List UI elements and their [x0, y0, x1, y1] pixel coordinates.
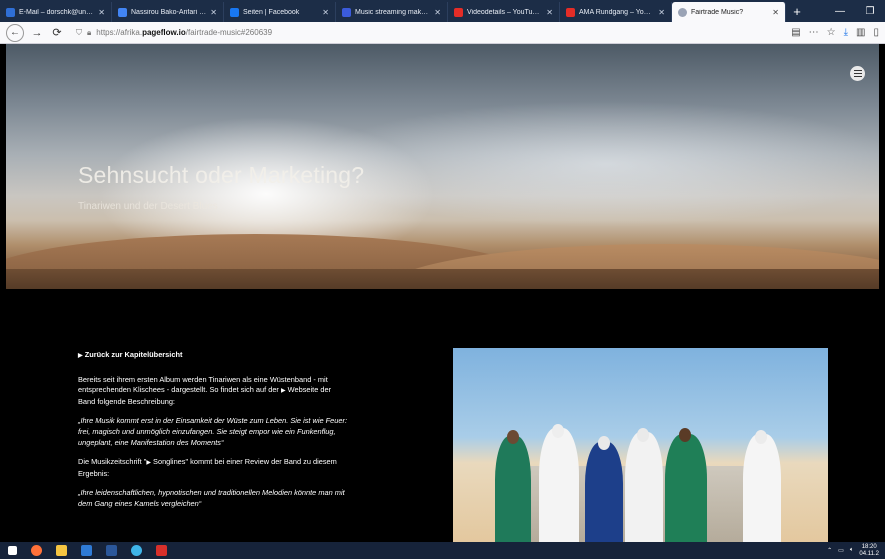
windows-taskbar: ⌃ ▭ 🔈︎ 18:20 04.11.2 [0, 542, 885, 559]
close-tab-icon[interactable]: ✕ [98, 8, 105, 17]
download-icon[interactable]: ⤓ [844, 27, 848, 38]
tab-youtube-ama[interactable]: AMA Rundgang – YouTube✕ [560, 2, 672, 22]
windows-start-icon[interactable] [8, 546, 17, 555]
youtube-icon [454, 7, 463, 17]
page-subtitle: Tinariwen und der Desert Blues [78, 201, 218, 212]
band-member [539, 428, 579, 546]
tab-facebook[interactable]: Seiten | Facebook ✕ [224, 2, 336, 22]
quote: „Ihre leidenschaftlichen, hypnotischen u… [78, 488, 345, 508]
network-icon[interactable]: ▭ [838, 547, 844, 554]
play-arrow-icon: ▶ [146, 460, 151, 467]
reader-view-icon[interactable]: ▤ [791, 27, 800, 38]
sidebar-icon[interactable]: ▯ [873, 27, 879, 38]
play-arrow-icon: ▶ [280, 388, 286, 395]
clock[interactable]: 18:20 04.11.2 [859, 544, 879, 558]
system-tray: ⌃ ▭ 🔈︎ 18:20 04.11.2 [827, 544, 885, 558]
quote: „Ihre Musik kommt erst in der Einsamkeit… [78, 416, 348, 447]
close-tab-icon[interactable]: ✕ [658, 8, 665, 17]
bookmark-star-icon[interactable]: ☆ [827, 27, 836, 38]
band-member [743, 434, 781, 546]
close-tab-icon[interactable]: ✕ [772, 8, 779, 17]
minimize-icon[interactable]: — [825, 2, 855, 22]
tab-music-streaming[interactable]: Music streaming makes mu✕ [336, 2, 448, 22]
tab-fairtrade-music[interactable]: Fairtrade Music? ✕ [672, 2, 786, 22]
close-tab-icon[interactable]: ✕ [546, 8, 553, 17]
menu-icon[interactable] [850, 66, 865, 81]
file-explorer-icon[interactable] [56, 545, 67, 556]
navigation-bar: ← → ⟳ ⛉ 🔒︎ https://afrika.pageflow.io/fa… [0, 22, 885, 44]
restore-icon[interactable]: ❐ [855, 2, 885, 22]
youtube-icon [566, 7, 575, 17]
lock-icon: 🔒︎ [87, 27, 92, 37]
facebook-icon [230, 7, 239, 17]
url-text: https://afrika.pageflow.io/fairtrade-mus… [96, 28, 273, 37]
more-icon[interactable]: ⋯ [809, 27, 819, 38]
close-tab-icon[interactable]: ✕ [210, 8, 217, 17]
tab-email[interactable]: E-Mail – dorschk@uni-mu ✕ [0, 2, 112, 22]
band-member [665, 434, 707, 546]
address-bar[interactable]: ⛉ 🔒︎ https://afrika.pageflow.io/fairtrad… [70, 25, 785, 41]
g-icon [342, 7, 351, 17]
band-member [495, 436, 531, 546]
close-tab-icon[interactable]: ✕ [322, 8, 329, 17]
page-title: Sehnsucht oder Marketing? [78, 162, 365, 188]
reload-button[interactable]: ⟳ [50, 26, 64, 39]
firefox-icon[interactable] [31, 545, 42, 556]
article-text: ▶ Zurück zur Kapitelübersicht Bereits se… [78, 350, 348, 519]
chevron-up-icon[interactable]: ⌃ [827, 547, 832, 554]
dune-shape [6, 269, 879, 289]
globe-icon [678, 7, 687, 17]
window-controls: — ❐ [825, 2, 885, 22]
songlines-link[interactable]: Songlines [153, 457, 185, 466]
paragraph: Die Musikzeitschrift "▶ Songlines" kommt… [78, 457, 337, 478]
play-arrow-icon: ▶ [78, 353, 83, 359]
tab-google[interactable]: Nassirou Bako-Arifari i – Go✕ [112, 2, 224, 22]
paragraph: Bereits seit ihrem ersten Album werden T… [78, 374, 332, 406]
band-photo [453, 348, 828, 546]
volume-icon[interactable]: 🔈︎ [850, 547, 854, 554]
library-icon[interactable]: ▥ [856, 27, 865, 38]
close-tab-icon[interactable]: ✕ [434, 8, 441, 17]
band-member [625, 432, 663, 546]
back-button[interactable]: ← [6, 23, 24, 42]
band-member [585, 442, 623, 546]
hero-banner: Sehnsucht oder Marketing? Tinariwen und … [6, 44, 879, 289]
shield-icon: ⛉ [76, 27, 82, 37]
new-tab-button[interactable]: + [786, 2, 808, 22]
browser-tab-bar: E-Mail – dorschk@uni-mu ✕ Nassirou Bako-A… [0, 0, 885, 22]
forward-button[interactable]: → [30, 27, 44, 39]
tab-youtube-studio[interactable]: Videodetails – YouTube Stu✕ [448, 2, 560, 22]
word-icon[interactable] [106, 545, 117, 556]
app-icon[interactable] [81, 545, 92, 556]
edge-icon[interactable] [131, 545, 142, 556]
google-icon [118, 7, 127, 17]
back-to-chapters-link[interactable]: ▶ Zurück zur Kapitelübersicht [78, 350, 348, 362]
mail-icon [6, 7, 15, 17]
acrobat-icon[interactable] [156, 545, 167, 556]
